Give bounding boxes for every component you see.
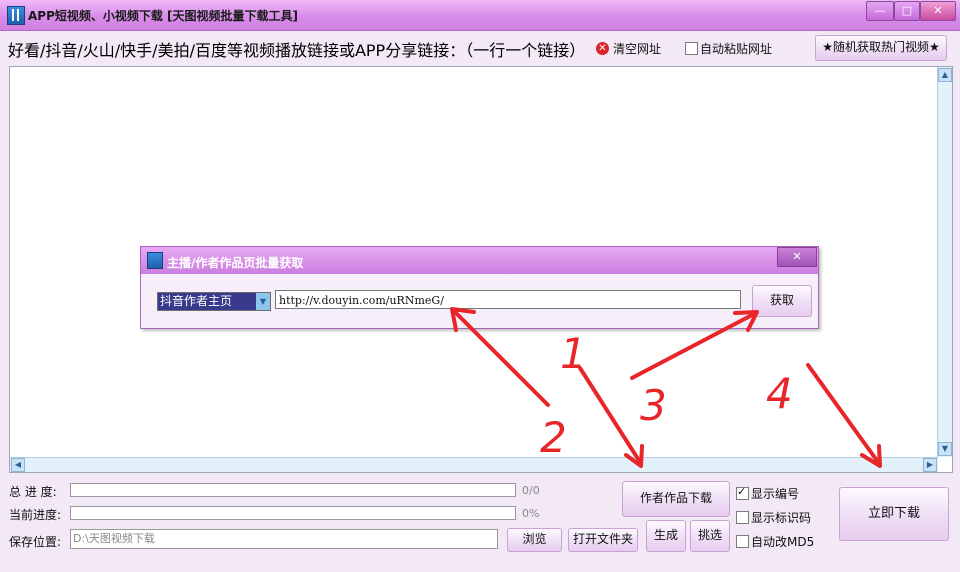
app-icon <box>7 6 25 25</box>
browse-button[interactable]: 浏览 <box>507 528 562 552</box>
maximize-button[interactable]: □ <box>894 1 920 21</box>
checkbox-icon <box>685 42 698 55</box>
download-now-button[interactable]: 立即下载 <box>839 487 949 541</box>
source-select[interactable]: 抖音作者主页 ▼ <box>157 292 271 311</box>
auto-md5-checkbox[interactable]: 自动改MD5 <box>736 533 814 550</box>
author-download-button[interactable]: 作者作品下载 <box>622 481 730 517</box>
current-progress-label: 当前进度: <box>9 508 62 522</box>
horizontal-scrollbar[interactable]: ◀ ▶ <box>10 457 938 472</box>
author-batch-dialog: 主播/作者作品页批量获取 ✕ 抖音作者主页 ▼ http://v.douyin.… <box>140 246 819 329</box>
total-progress-label: 总 进 度: <box>9 485 57 499</box>
fetch-button[interactable]: 获取 <box>752 285 812 317</box>
current-progress-text: 0% <box>522 507 540 520</box>
title-bar: APP短视频、小视频下载 [天图视频批量下载工具] — □ ✕ <box>0 0 960 31</box>
save-location-label: 保存位置: <box>9 535 62 549</box>
pick-button[interactable]: 挑选 <box>690 520 730 552</box>
url-instructions: 好看/抖音/火山/快手/美拍/百度等视频播放链接或APP分享链接：（一行一个链接… <box>8 41 586 60</box>
scroll-right-icon[interactable]: ▶ <box>923 458 937 472</box>
checkbox-icon <box>736 535 749 548</box>
total-progress-text: 0/0 <box>522 484 540 497</box>
clear-icon: ✕ <box>596 42 609 55</box>
close-button[interactable]: ✕ <box>920 1 956 21</box>
dialog-close-button[interactable]: ✕ <box>777 247 817 267</box>
auto-paste-label: 自动粘贴网址 <box>700 42 773 56</box>
checkbox-icon <box>736 485 749 500</box>
random-hot-video-button[interactable]: ★随机获取热门视频★ <box>815 35 947 61</box>
show-number-checkbox[interactable]: 显示编号 <box>736 485 799 502</box>
scroll-down-icon[interactable]: ▼ <box>938 442 952 456</box>
scroll-up-icon[interactable]: ▲ <box>938 68 952 82</box>
dialog-title: 主播/作者作品页批量获取 <box>167 256 304 270</box>
total-progress-bar <box>70 483 516 497</box>
window-title: APP短视频、小视频下载 [天图视频批量下载工具] <box>28 9 299 23</box>
show-id-checkbox[interactable]: 显示标识码 <box>736 509 811 526</box>
vertical-scrollbar[interactable]: ▲ ▼ <box>937 67 952 457</box>
auto-paste-checkbox[interactable]: 自动粘贴网址 <box>685 40 772 57</box>
save-path-field[interactable]: D:\天图视频下载 <box>70 529 498 549</box>
dialog-title-bar: 主播/作者作品页批量获取 ✕ <box>141 247 818 274</box>
author-url-input[interactable]: http://v.douyin.com/uRNmeG/ <box>275 290 741 309</box>
source-select-value: 抖音作者主页 <box>158 293 256 310</box>
dialog-icon <box>147 252 163 269</box>
minimize-button[interactable]: — <box>866 1 894 21</box>
chevron-down-icon[interactable]: ▼ <box>256 293 270 310</box>
generate-button[interactable]: 生成 <box>646 520 686 552</box>
clear-urls-button[interactable]: ✕ 清空网址 <box>596 40 661 56</box>
scroll-left-icon[interactable]: ◀ <box>11 458 25 472</box>
checkbox-icon <box>736 511 749 524</box>
open-folder-button[interactable]: 打开文件夹 <box>568 528 638 552</box>
current-progress-bar <box>70 506 516 520</box>
